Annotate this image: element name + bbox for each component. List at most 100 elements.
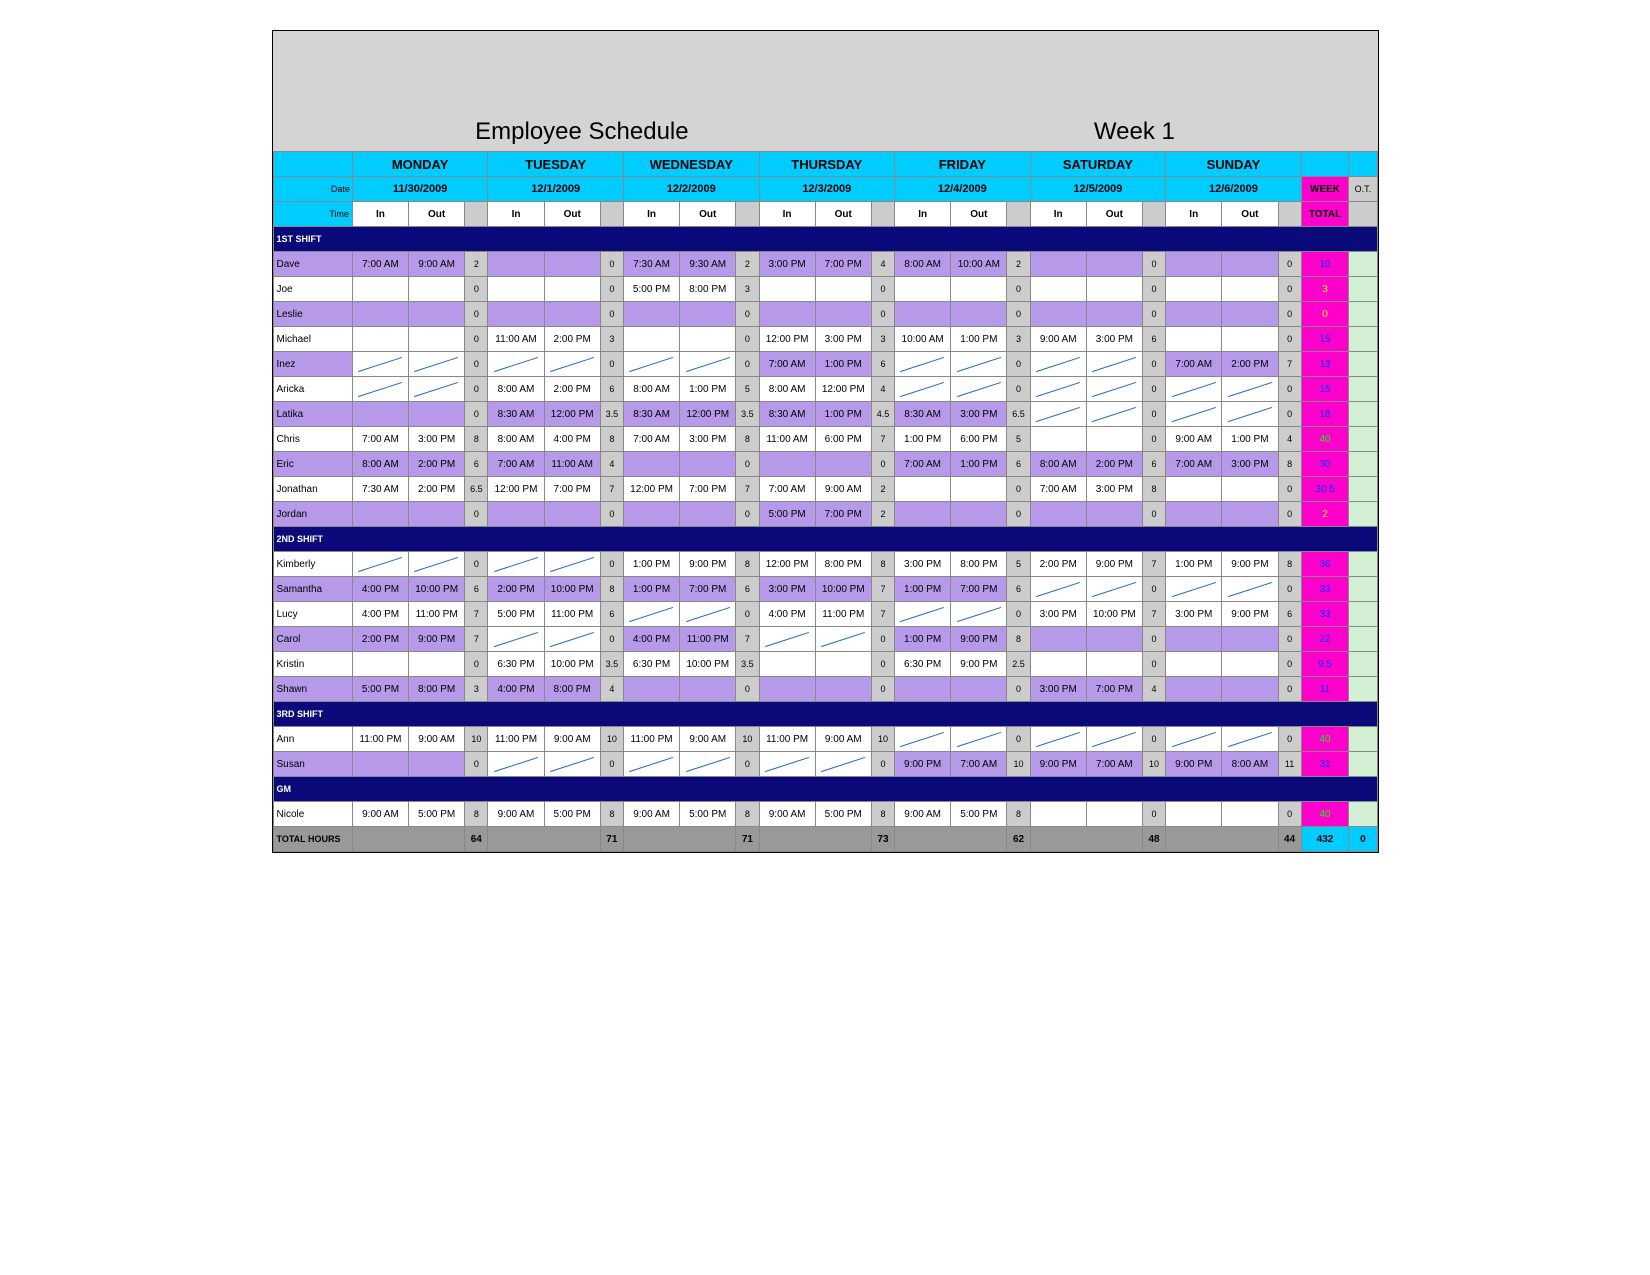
hours: 0 (600, 252, 623, 277)
time-in (895, 352, 951, 377)
employee-name: Eric (273, 452, 352, 477)
time-in (1166, 802, 1222, 827)
time-in (352, 352, 408, 377)
time-in (352, 402, 408, 427)
hours: 5 (1007, 427, 1030, 452)
time-in: 2:00 PM (488, 577, 544, 602)
employee-name: Samantha (273, 577, 352, 602)
time-out (409, 552, 465, 577)
hours: 0 (465, 352, 488, 377)
section-header: 1ST SHIFT (273, 227, 1377, 252)
time-in (488, 752, 544, 777)
time-in (1166, 652, 1222, 677)
day-head: SATURDAY (1030, 152, 1166, 177)
hours: 3 (736, 277, 759, 302)
time-out: 1:00 PM (951, 327, 1007, 352)
time-out: 10:00 PM (680, 652, 736, 677)
hours: 0 (1142, 427, 1165, 452)
employee-row: Shawn5:00 PM8:00 PM34:00 PM8:00 PM40003:… (273, 677, 1377, 702)
time-in: 8:30 AM (623, 402, 679, 427)
time-out: 7:00 AM (951, 752, 1007, 777)
time-out: 12:00 PM (680, 402, 736, 427)
time-in (1166, 327, 1222, 352)
time-in (759, 677, 815, 702)
time-in: 7:00 AM (488, 452, 544, 477)
day-head: MONDAY (352, 152, 488, 177)
time-in: 10:00 AM (895, 327, 951, 352)
time-out (680, 602, 736, 627)
time-out: 10:00 PM (544, 652, 600, 677)
ot-cell (1349, 352, 1377, 377)
hours: 8 (465, 802, 488, 827)
week-total: 40 (1301, 802, 1349, 827)
totals-row: TOTAL HOURS 64 71 71 73 62 48 44 432 0 (273, 827, 1377, 852)
time-in (759, 277, 815, 302)
time-in (1166, 677, 1222, 702)
time-in: 6:30 PM (895, 652, 951, 677)
time-out (951, 277, 1007, 302)
time-in (895, 602, 951, 627)
time-in (352, 277, 408, 302)
hours: 2 (465, 252, 488, 277)
week-total: 40 (1301, 727, 1349, 752)
hours: 0 (1278, 252, 1301, 277)
hours: 0 (600, 352, 623, 377)
time-in (623, 752, 679, 777)
hours: 0 (465, 402, 488, 427)
time-out: 11:00 PM (544, 602, 600, 627)
hours: 3.5 (600, 652, 623, 677)
time-out (1086, 627, 1142, 652)
employee-name: Lucy (273, 602, 352, 627)
hours: 2 (736, 252, 759, 277)
date-label: Date (273, 177, 352, 202)
hours: 6 (1278, 602, 1301, 627)
time-in: 11:00 PM (623, 727, 679, 752)
time-out: 9:00 PM (409, 627, 465, 652)
hours: 0 (1278, 652, 1301, 677)
time-in: 4:00 PM (488, 677, 544, 702)
hours: 7 (600, 477, 623, 502)
time-out: 6:00 PM (951, 427, 1007, 452)
time-out: 3:00 PM (409, 427, 465, 452)
time-in: 8:00 AM (488, 427, 544, 452)
hours: 0 (1278, 377, 1301, 402)
time-out: 8:00 AM (1222, 752, 1278, 777)
hours: 8 (871, 552, 894, 577)
time-in: 11:00 PM (488, 727, 544, 752)
hours: 8 (1007, 802, 1030, 827)
time-out: 9:30 AM (680, 252, 736, 277)
week-total: 15 (1301, 377, 1349, 402)
hours: 0 (871, 302, 894, 327)
hours: 6 (600, 602, 623, 627)
day-total: 73 (871, 827, 894, 852)
hours: 3.5 (736, 402, 759, 427)
time-in: 9:00 PM (895, 752, 951, 777)
time-out: 9:00 PM (951, 627, 1007, 652)
ot-cell (1349, 677, 1377, 702)
hours: 0 (736, 327, 759, 352)
employee-row: Jonathan7:30 AM2:00 PM6.512:00 PM7:00 PM… (273, 477, 1377, 502)
time-out (1086, 577, 1142, 602)
time-out (544, 752, 600, 777)
hours: 0 (1278, 502, 1301, 527)
hours: 0 (1007, 602, 1030, 627)
time-in (1166, 502, 1222, 527)
time-in (1166, 377, 1222, 402)
time-out: 6:00 PM (815, 427, 871, 452)
time-in: 5:00 PM (352, 677, 408, 702)
time-out: 11:00 AM (544, 452, 600, 477)
hours: 8 (600, 577, 623, 602)
date: 12/3/2009 (759, 177, 895, 202)
time-in (1166, 577, 1222, 602)
total-hours-label: TOTAL HOURS (273, 827, 352, 852)
hours: 3 (1007, 327, 1030, 352)
hours: 0 (1142, 577, 1165, 602)
time-in: 7:00 AM (1030, 477, 1086, 502)
employee-row: Lucy4:00 PM11:00 PM75:00 PM11:00 PM604:0… (273, 602, 1377, 627)
employee-name: Aricka (273, 377, 352, 402)
time-in: 9:00 PM (1166, 752, 1222, 777)
hours: 0 (1278, 277, 1301, 302)
time-in (1030, 802, 1086, 827)
date: 12/6/2009 (1166, 177, 1302, 202)
time-in: 5:00 PM (488, 602, 544, 627)
